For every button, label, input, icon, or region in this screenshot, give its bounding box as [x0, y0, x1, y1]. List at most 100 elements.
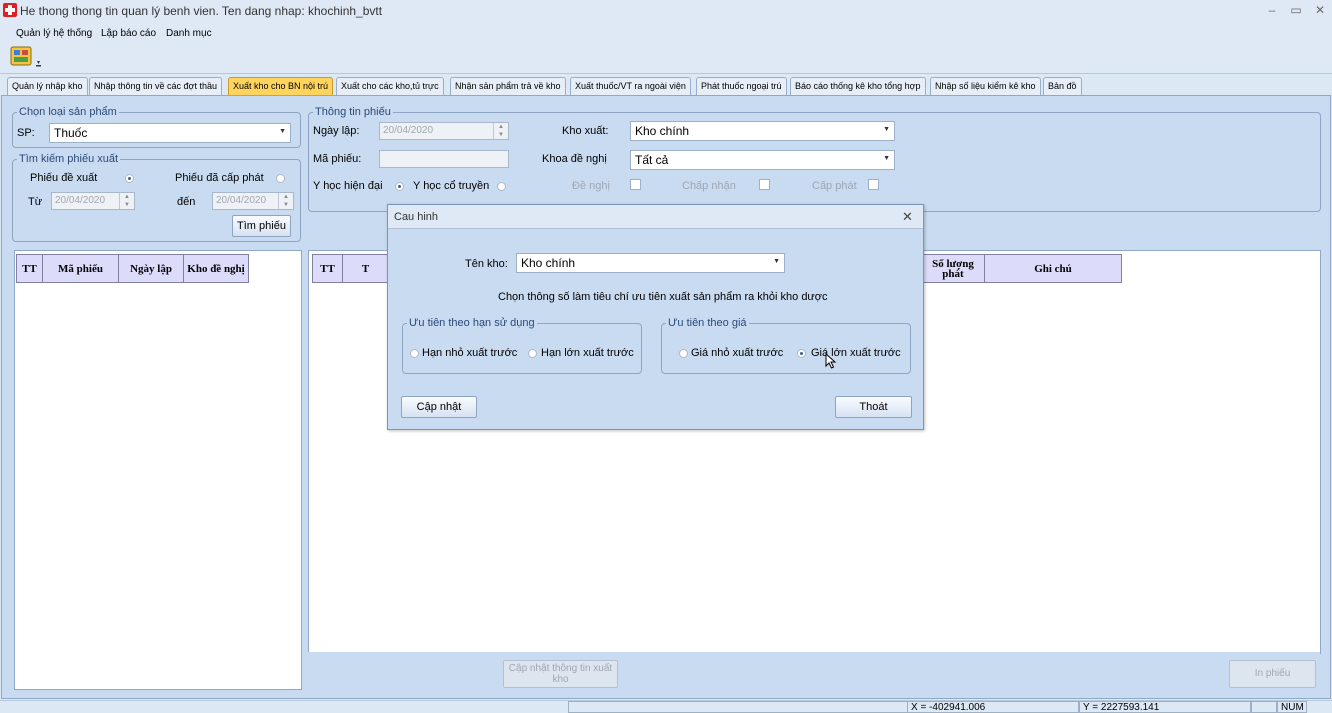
product-type-legend: Chọn loại sản phẩm	[19, 106, 117, 118]
from-label: Từ	[28, 196, 43, 208]
export-warehouse-select[interactable]: Kho chính ▼	[630, 121, 895, 141]
created-date-input[interactable]: 20/04/2020 ▲ ▼	[379, 122, 509, 140]
column-voucher-code[interactable]: Mã phiếu	[42, 254, 119, 283]
issued-check-label: Cấp phát	[812, 180, 857, 192]
search-legend: Tìm kiếm phiếu xuất	[19, 153, 119, 165]
config-dialog: Cau hinh ✕ Tên kho: Kho chính ▼ Chọn thô…	[387, 204, 924, 430]
to-date-value: 20/04/2020	[216, 195, 267, 206]
warehouse-name-label: Tên kho:	[465, 258, 508, 270]
spin-icon[interactable]: ▲ ▼	[119, 193, 134, 209]
expiry-long-first-label[interactable]: Hạn lớn xuất trước	[541, 347, 634, 359]
from-date-value: 20/04/2020	[55, 195, 106, 206]
window-title: He thong thong tin quan lý benh vien. Te…	[20, 4, 383, 18]
date-label: Ngày lập:	[313, 125, 360, 137]
tab-outside-export[interactable]: Xuất thuốc/VT ra ngoài viện	[570, 77, 691, 95]
voucher-code-input[interactable]	[379, 150, 509, 168]
modern-medicine-radio[interactable]	[395, 182, 404, 191]
tab-returned-products[interactable]: Nhận sản phẩm trả về kho	[450, 77, 566, 95]
dialog-title-bar	[388, 205, 923, 229]
tab-inventory-count[interactable]: Nhập số liệu kiểm kê kho	[930, 77, 1041, 95]
modern-medicine-label: Y học hiện đại	[313, 180, 383, 192]
menu-catalog[interactable]: Danh mục	[166, 28, 212, 39]
column-t[interactable]: T	[342, 254, 389, 283]
expiry-short-first-label[interactable]: Hạn nhỏ xuất trước	[422, 347, 517, 359]
tab-warehouse-report[interactable]: Báo cáo thống kê kho tổng hợp	[790, 77, 926, 95]
menu-system[interactable]: Quản lý hệ thống	[16, 28, 92, 39]
spin-icon[interactable]: ▲ ▼	[493, 123, 508, 139]
chevron-down-icon: ▼	[279, 128, 286, 135]
close-button[interactable]: ✕	[1311, 2, 1329, 18]
update-button[interactable]: Cập nhật	[401, 396, 477, 418]
chevron-down-icon: ▼	[883, 155, 890, 162]
tab-map[interactable]: Bản đồ	[1043, 77, 1082, 95]
product-type-value: Thuốc	[54, 126, 88, 140]
tools-icon[interactable]	[9, 45, 41, 69]
app-icon	[3, 3, 17, 17]
warehouse-name-select[interactable]: Kho chính ▼	[516, 253, 785, 273]
price-low-first-label[interactable]: Giá nhỏ xuất trước	[691, 347, 783, 359]
search-button[interactable]: Tìm phiếu	[232, 215, 291, 237]
chevron-down-icon: ▼	[883, 126, 890, 133]
price-low-first-radio[interactable]	[679, 349, 688, 358]
department-label: Khoa đề nghị	[542, 153, 607, 165]
department-value: Tất cả	[635, 153, 669, 167]
status-panel	[568, 701, 908, 713]
spin-icon[interactable]: ▲ ▼	[278, 193, 293, 209]
proposed-label: Phiếu đề xuất	[30, 172, 98, 184]
accepted-checkbox[interactable]	[759, 179, 770, 190]
toolbar	[0, 42, 1332, 74]
proposed-radio[interactable]	[125, 174, 134, 183]
mouse-cursor-icon	[825, 352, 837, 372]
expiry-priority-group: Ưu tiên theo hạn sử dụng	[402, 317, 642, 374]
issued-radio[interactable]	[276, 174, 285, 183]
column-created-date[interactable]: Ngày lập	[118, 254, 184, 283]
minimize-button[interactable]: –	[1263, 2, 1281, 18]
column-tt[interactable]: TT	[312, 254, 343, 283]
column-note[interactable]: Ghi chú	[984, 254, 1122, 283]
expiry-long-first-radio[interactable]	[528, 349, 537, 358]
dialog-close-icon[interactable]: ✕	[902, 209, 913, 225]
exit-button[interactable]: Thoát	[835, 396, 912, 418]
expiry-priority-legend: Ưu tiên theo hạn sử dụng	[409, 317, 535, 329]
to-date-input[interactable]: 20/04/2020 ▲ ▼	[212, 192, 294, 210]
column-tt[interactable]: TT	[16, 254, 43, 283]
to-label: đến	[177, 196, 196, 208]
voucher-list-grid[interactable]: TT Mã phiếu Ngày lập Kho đề nghị	[14, 250, 302, 690]
accepted-label: Chấp nhận	[682, 180, 736, 192]
product-type-select[interactable]: Thuốc ▼	[49, 123, 291, 143]
tab-import-warehouse[interactable]: Quản lý nhập kho	[7, 77, 88, 95]
chevron-down-icon: ▼	[773, 258, 780, 265]
update-export-button[interactable]: Cập nhật thông tin xuất kho	[503, 660, 618, 688]
department-select[interactable]: Tất cả ▼	[630, 150, 895, 170]
print-voucher-button[interactable]: In phiếu	[1229, 660, 1316, 688]
issued-checkbox[interactable]	[868, 179, 879, 190]
price-high-first-radio[interactable]	[797, 349, 806, 358]
tab-outpatient-dispense[interactable]: Phát thuốc ngoại trú	[696, 77, 787, 95]
traditional-medicine-label: Y học cổ truyền	[413, 180, 490, 192]
expiry-short-first-radio[interactable]	[410, 349, 419, 358]
warehouse-name-value: Kho chính	[521, 256, 576, 270]
created-date-value: 20/04/2020	[383, 125, 434, 136]
tab-cabinet-export[interactable]: Xuất cho các kho,tủ trực	[336, 77, 444, 95]
column-requesting-store[interactable]: Kho đề nghị	[183, 254, 249, 283]
proposal-checkbox[interactable]	[630, 179, 641, 190]
export-warehouse-value: Kho chính	[635, 124, 690, 138]
y-coordinate: Y = 2227593.141	[1079, 701, 1251, 713]
from-date-input[interactable]: 20/04/2020 ▲ ▼	[51, 192, 135, 210]
dialog-title: Cau hinh	[394, 211, 439, 223]
kho-xuat-label: Kho xuất:	[562, 125, 609, 137]
num-lock-indicator: NUM	[1277, 701, 1307, 713]
tab-inpatient-export[interactable]: Xuất kho cho BN nội trú	[228, 77, 334, 95]
price-priority-group: Ưu tiên theo giá	[661, 317, 911, 374]
tab-tender-info[interactable]: Nhập thông tin về các đợt thầu	[89, 77, 222, 95]
column-quantity[interactable]: Số lượng phát	[921, 254, 985, 283]
code-label: Mã phiếu:	[313, 153, 362, 165]
x-coordinate: X = -402941.006	[907, 701, 1079, 713]
voucher-info-legend: Thông tin phiếu	[315, 106, 391, 118]
priority-instruction: Chọn thông số làm tiêu chí ưu tiên xuất …	[498, 291, 828, 303]
menu-reports[interactable]: Lập báo cáo	[101, 28, 156, 39]
traditional-medicine-radio[interactable]	[497, 182, 506, 191]
maximize-button[interactable]: ▭	[1287, 2, 1305, 18]
sp-label: SP:	[17, 127, 35, 139]
proposal-label: Đề nghị	[572, 180, 610, 192]
